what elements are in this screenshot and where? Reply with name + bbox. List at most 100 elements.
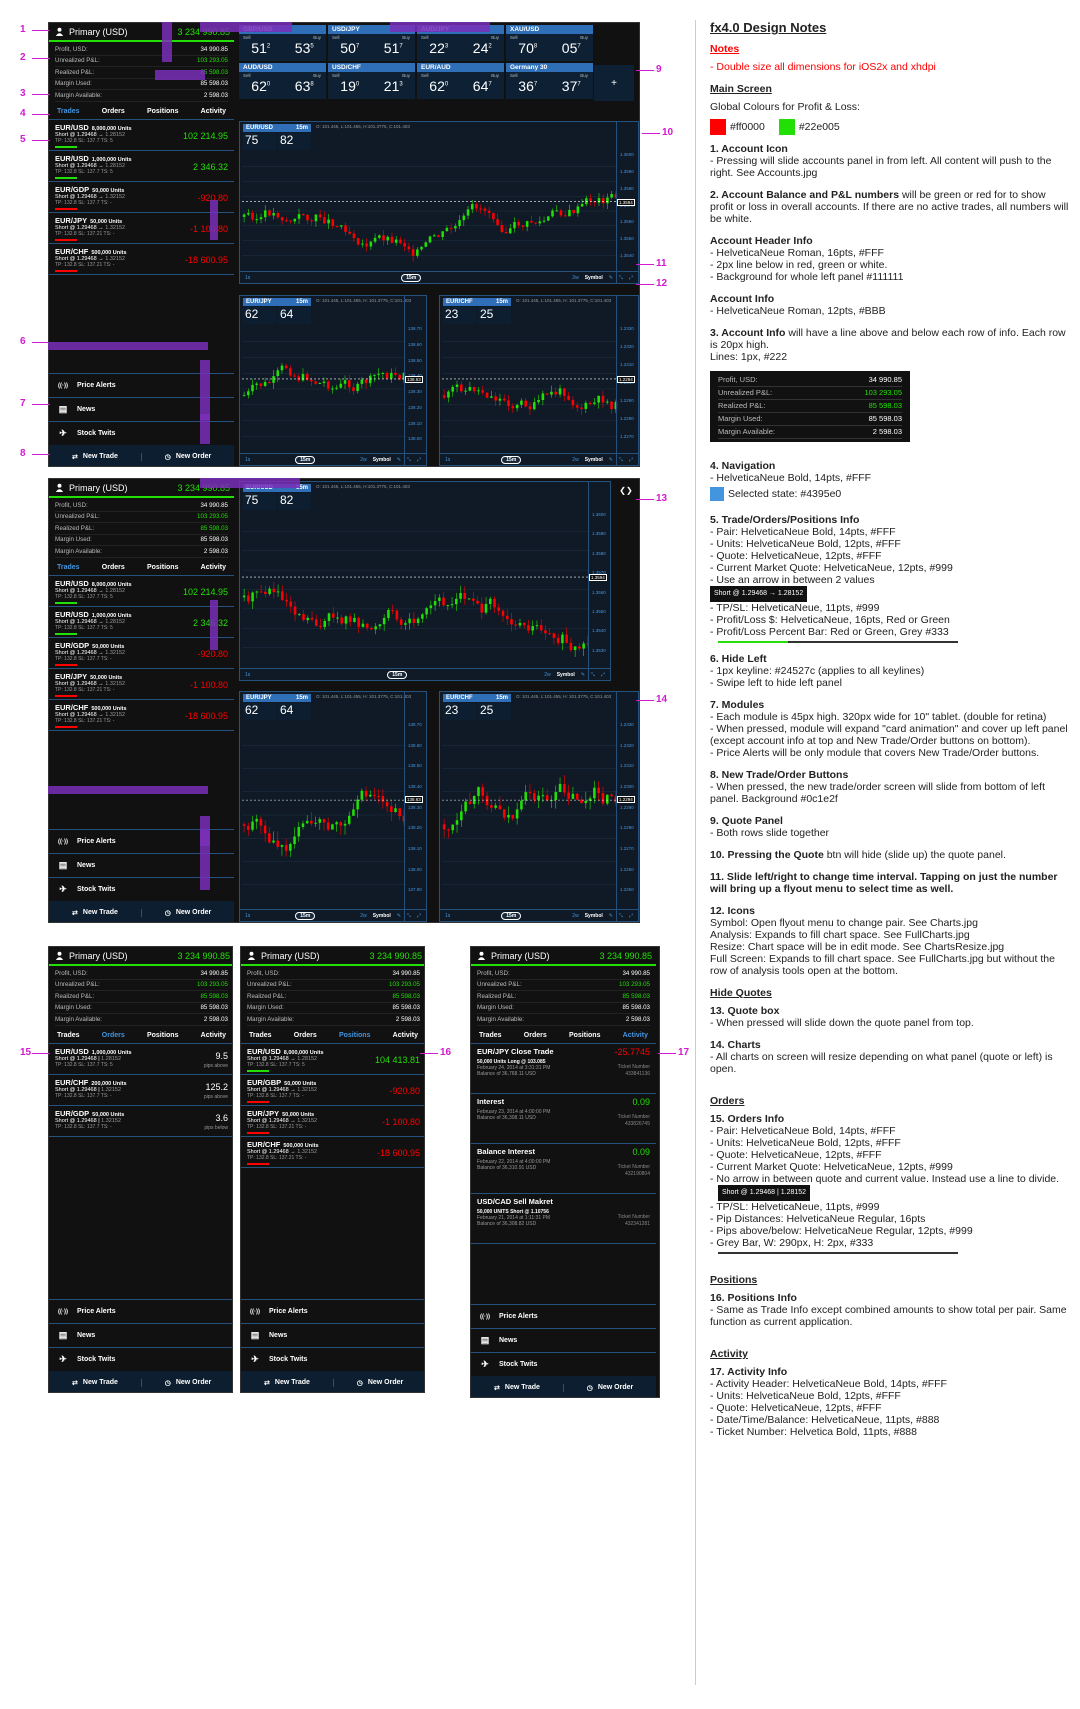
trade-item[interactable]: EUR/USD 8,000,000 Units Short @ 1.29468 → …: [49, 576, 234, 607]
fullscreen-icon[interactable]: ⤢: [629, 275, 633, 281]
new-trade-button[interactable]: ⇄ New Trade: [49, 909, 141, 917]
resize-icon[interactable]: ⤡: [619, 275, 623, 281]
trade-item[interactable]: EUR/CHF 500,000 Units Short @ 1.29468 → 1.…: [241, 1137, 424, 1168]
chart-buy[interactable]: 64: [278, 307, 311, 324]
resize-icon[interactable]: ⤡: [619, 457, 623, 463]
activity-item[interactable]: USD/CAD Sell Makret 50,000 UNITS Short @ …: [471, 1194, 656, 1244]
chart-buy[interactable]: 25: [478, 703, 511, 720]
chart-quote-box[interactable]: 23 25: [443, 703, 511, 720]
user-icon[interactable]: [245, 950, 257, 962]
buy-price[interactable]: 647: [473, 78, 492, 94]
quote-box[interactable]: AUD/USD Sell Buy 620 638: [239, 63, 326, 99]
symbol-button[interactable]: Symbol: [373, 457, 391, 463]
new-trade-button[interactable]: ⇄ New Trade: [241, 1379, 333, 1387]
chart-pair-header[interactable]: EUR/USD 15m: [243, 124, 311, 132]
tab-activity[interactable]: Activity: [201, 1032, 226, 1039]
trade-item[interactable]: EUR/GDP 50,000 Units Short @ 1.29468 → 1.3…: [49, 182, 234, 213]
buy-price[interactable]: 057: [562, 40, 581, 56]
tab-trades[interactable]: Trades: [57, 564, 80, 571]
symbol-button[interactable]: Symbol: [557, 672, 575, 678]
resize-icon[interactable]: ⤡: [591, 672, 595, 678]
chart-jpy[interactable]: EUR/JPY 15m O: 101.445, L:101.455, H: 101.…: [239, 295, 427, 466]
quote-more-button[interactable]: +: [594, 65, 634, 101]
chart-sell[interactable]: 23: [443, 307, 476, 324]
module-stock-twits[interactable]: ✈ Stock Twits: [49, 1347, 232, 1371]
chart-pair-header[interactable]: EUR/JPY 15m: [243, 298, 311, 306]
tab-activity[interactable]: Activity: [201, 564, 226, 571]
order-item[interactable]: EUR/GDP 50,000 Units Short @ 1.29468 | 1.3…: [49, 1106, 232, 1137]
module-news[interactable]: ▤ News: [241, 1323, 424, 1347]
tab-positions[interactable]: Positions: [569, 1032, 601, 1039]
module-news[interactable]: ▤ News: [471, 1328, 656, 1352]
sell-price[interactable]: 708: [518, 40, 537, 56]
timeframe-button[interactable]: 15m: [501, 455, 522, 464]
timeframe-button[interactable]: 15m: [295, 911, 316, 920]
tab-trades[interactable]: Trades: [57, 108, 80, 115]
analysis-icon[interactable]: ✎: [397, 457, 401, 463]
tab-positions[interactable]: Positions: [147, 564, 179, 571]
account-header[interactable]: Primary (USD) 3 234 990.85: [241, 947, 424, 966]
new-order-button[interactable]: ◷ New Order: [333, 1378, 424, 1387]
symbol-button[interactable]: Symbol: [585, 457, 603, 463]
new-order-button[interactable]: ◷ New Order: [141, 1378, 232, 1387]
sell-price[interactable]: 367: [518, 78, 537, 94]
chart-chf[interactable]: EUR/CHF 15m O: 101.445, L:101.455, H: 101.…: [439, 295, 639, 466]
chart-quote-box[interactable]: 62 64: [243, 307, 311, 324]
new-order-button[interactable]: ◷ New Order: [141, 452, 234, 461]
tab-trades[interactable]: Trades: [479, 1032, 502, 1039]
tab-orders[interactable]: Orders: [102, 1032, 125, 1039]
new-order-button[interactable]: ◷ New Order: [563, 1383, 656, 1392]
user-icon[interactable]: [53, 950, 65, 962]
chart-quote-box[interactable]: 23 25: [443, 307, 511, 324]
timeframe-button[interactable]: 15m: [387, 670, 408, 679]
tab-positions[interactable]: Positions: [147, 1032, 179, 1039]
chart-quote-box[interactable]: 75 82: [243, 133, 311, 150]
buy-price[interactable]: 517: [384, 40, 403, 56]
fullscreen-icon[interactable]: ⤢: [417, 913, 421, 919]
analysis-icon[interactable]: ✎: [581, 672, 585, 678]
account-header[interactable]: Primary (USD) 3 234 990.85: [49, 947, 232, 966]
user-icon[interactable]: [475, 950, 487, 962]
new-trade-button[interactable]: ⇄ New Trade: [49, 453, 141, 461]
symbol-button[interactable]: Symbol: [585, 913, 603, 919]
fullscreen-icon[interactable]: ⤢: [601, 672, 605, 678]
tab-orders[interactable]: Orders: [294, 1032, 317, 1039]
user-icon[interactable]: [53, 26, 65, 38]
resize-icon[interactable]: ⤡: [407, 913, 411, 919]
timeframe-button[interactable]: 15m: [501, 911, 522, 920]
symbol-button[interactable]: Symbol: [373, 913, 391, 919]
fullscreen-icon[interactable]: ⤢: [629, 913, 633, 919]
tab-activity[interactable]: Activity: [201, 108, 226, 115]
sell-price[interactable]: 620: [429, 78, 448, 94]
sell-price[interactable]: 223: [429, 40, 448, 56]
sell-price[interactable]: 512: [251, 40, 270, 56]
analysis-icon[interactable]: ✎: [397, 913, 401, 919]
new-trade-button[interactable]: ⇄ New Trade: [471, 1384, 563, 1392]
sell-price[interactable]: 620: [251, 78, 270, 94]
chart-main[interactable]: EUR/USD 15m O: 101.445, L:101.455, H:101.3…: [239, 121, 639, 284]
chart-sell[interactable]: 75: [243, 493, 276, 510]
chart-quote-box[interactable]: 75 82: [243, 493, 311, 510]
trade-item[interactable]: EUR/JPY 50,000 Units Short @ 1.29468 → 1.3…: [49, 669, 234, 700]
analysis-icon[interactable]: ✎: [609, 913, 613, 919]
timeframe-button[interactable]: 15m: [401, 273, 422, 282]
resize-icon[interactable]: ⤡: [619, 913, 623, 919]
user-icon[interactable]: [53, 482, 65, 494]
trade-item[interactable]: EUR/CHF 500,000 Units Short @ 1.29468 → 1.…: [49, 700, 234, 731]
chart-pair-header[interactable]: EUR/JPY 15m: [243, 694, 311, 702]
buy-price[interactable]: 535: [295, 40, 314, 56]
tab-trades[interactable]: Trades: [57, 1032, 80, 1039]
tab-orders[interactable]: Orders: [524, 1032, 547, 1039]
buy-price[interactable]: 638: [295, 78, 314, 94]
chart-chf[interactable]: EUR/CHF 15m O: 101.445, L:101.455, H: 101.…: [439, 691, 639, 922]
tab-orders[interactable]: Orders: [102, 108, 125, 115]
chart-sell[interactable]: 62: [243, 307, 276, 324]
trade-item[interactable]: EUR/GDP 50,000 Units Short @ 1.29468 → 1.3…: [49, 638, 234, 669]
tab-positions[interactable]: Positions: [147, 108, 179, 115]
activity-item[interactable]: Balance Interest 0.09 February 22, 2014 at…: [471, 1144, 656, 1194]
analysis-icon[interactable]: ✎: [609, 457, 613, 463]
chart-pair-header[interactable]: EUR/CHF 15m: [443, 694, 511, 702]
quote-box-toggle[interactable]: ❮❯: [614, 481, 638, 501]
resize-icon[interactable]: ⤡: [407, 457, 411, 463]
buy-price[interactable]: 377: [562, 78, 581, 94]
